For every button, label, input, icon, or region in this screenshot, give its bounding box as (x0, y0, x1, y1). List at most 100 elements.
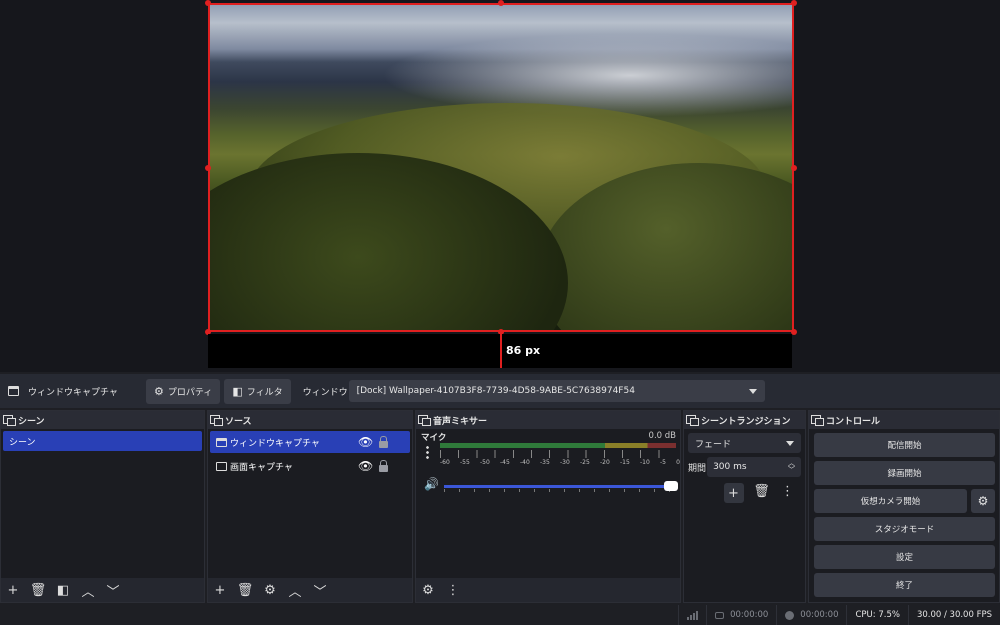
trash-icon[interactable]: 🗑 (237, 582, 254, 598)
add-icon[interactable]: + (723, 483, 744, 503)
meter-ticks (440, 450, 676, 458)
start-recording-button[interactable]: 録画開始 (814, 461, 995, 485)
network-indicator (678, 605, 706, 625)
eye-icon[interactable]: 👁 (358, 435, 373, 449)
source-label: ウィンドウキャプチャ (230, 438, 320, 449)
transition-tools: + 🗑 ⋮ (684, 483, 805, 503)
scale-label: -60 (440, 459, 450, 466)
scale-label: -20 (600, 459, 610, 466)
record-time: 00:00:00 (800, 610, 839, 620)
scene-transitions-dock: シーントランジション フェード 期間 300 ms ︿ ﹀ + 🗑 ⋮ (683, 410, 806, 603)
list-item[interactable]: ウィンドウキャプチャ 👁 (210, 431, 410, 453)
fps-readout: 30.00 / 30.00 FPS (907, 605, 1000, 625)
duration-value: 300 ms (713, 462, 747, 472)
transition-type-value: フェード (695, 439, 732, 450)
window-icon (8, 386, 19, 396)
settings-button[interactable]: 設定 (814, 545, 995, 569)
transition-type-select[interactable]: フェード (688, 433, 801, 453)
stream-time: 00:00:00 (730, 610, 769, 620)
duration-input[interactable]: 300 ms ︿ ﹀ (707, 457, 801, 477)
chevron-up-icon[interactable]: ︿ (287, 582, 303, 600)
virtual-camera-settings-button[interactable]: ⚙ (971, 489, 995, 513)
properties-button[interactable]: ⚙ プロパティ (146, 378, 221, 404)
transitions-title: シーントランジション (701, 416, 791, 427)
scenes-dock: シーン シーン + 🗑 ◧ ︿ ﹀ (0, 410, 205, 603)
signal-bars-icon (687, 610, 699, 620)
add-icon[interactable]: + (5, 582, 21, 598)
resize-handle-t[interactable] (498, 0, 504, 6)
start-streaming-button[interactable]: 配信開始 (814, 433, 995, 457)
list-item[interactable]: 画面キャプチャ 👁 (210, 455, 410, 477)
chevron-down-icon[interactable]: ﹀ (312, 582, 328, 600)
chevron-down-icon (748, 388, 757, 394)
filter-icon: ◧ (232, 384, 243, 398)
preview-area[interactable]: 86 px (0, 0, 1000, 372)
speaker-icon[interactable]: 🔊 (424, 477, 439, 491)
exit-button[interactable]: 終了 (814, 573, 995, 597)
volume-ticks (444, 489, 670, 492)
dock-undock-icon[interactable] (210, 415, 223, 426)
dock-undock-icon[interactable] (811, 415, 824, 426)
scenes-toolbar: + 🗑 ◧ ︿ ﹀ (1, 578, 204, 602)
scale-label: -25 (580, 459, 590, 466)
dock-undock-icon[interactable] (418, 415, 431, 426)
scenes-header: シーン (1, 411, 204, 429)
filter-icon[interactable]: ◧ (55, 582, 71, 598)
meter-scale: -60 -55 -50 -45 -40 -35 -30 -25 -20 -15 … (440, 459, 680, 466)
dock-undock-icon[interactable] (3, 415, 16, 426)
chevron-down-icon[interactable]: ﹀ (105, 582, 121, 600)
window-select[interactable]: [Dock] Wallpaper-4107B3F8-7739-4D58-9ABE… (348, 380, 765, 402)
filters-button[interactable]: ◧ フィルタ (224, 378, 291, 404)
eye-icon[interactable]: 👁 (358, 459, 373, 473)
trash-icon[interactable]: 🗑 (753, 483, 770, 499)
scale-label: -55 (460, 459, 470, 466)
resize-handle-r[interactable] (791, 165, 797, 171)
status-bar: 00:00:00 00:00:00 CPU: 7.5% 30.00 / 30.0… (0, 605, 1000, 625)
sources-title: ソース (225, 416, 252, 427)
scale-label: -10 (640, 459, 650, 466)
volume-meter (440, 443, 676, 448)
sources-toolbar: + 🗑 ⚙ ︿ ﹀ (208, 578, 412, 602)
chevron-up-icon[interactable]: ︿ (80, 582, 96, 600)
resize-handle-tr[interactable] (791, 0, 797, 6)
channel-db: 0.0 dB (648, 431, 676, 441)
start-virtual-camera-button[interactable]: 仮想カメラ開始 (814, 489, 967, 513)
source-label: 画面キャプチャ (230, 462, 293, 473)
distance-guide-line (500, 332, 502, 368)
more-vertical-icon[interactable]: ⋮ (445, 582, 461, 598)
window-icon (216, 437, 227, 447)
resize-handle-l[interactable] (205, 165, 211, 171)
window-select-value: [Dock] Wallpaper-4107B3F8-7739-4D58-9ABE… (356, 386, 635, 396)
audio-mixer-dock: 音声ミキサー マイク 0.0 dB -60 -55 -50 -45 -40 -3… (415, 410, 681, 603)
scale-label: -45 (500, 459, 510, 466)
more-vertical-icon[interactable]: ⋮ (780, 483, 796, 499)
channel-name: マイク (421, 433, 447, 443)
resize-handle-tl[interactable] (205, 0, 211, 6)
gear-icon[interactable]: ⚙ (262, 582, 278, 598)
source-selection-box[interactable] (208, 3, 794, 332)
more-vertical-icon[interactable] (426, 445, 429, 459)
volume-slider-handle[interactable] (664, 481, 678, 491)
spinner-icon[interactable]: ︿ ﹀ (788, 460, 795, 474)
controls-title: コントロール (826, 416, 881, 427)
lock-icon[interactable] (379, 436, 388, 448)
studio-mode-button[interactable]: スタジオモード (814, 517, 995, 541)
volume-slider[interactable] (444, 485, 670, 488)
mixer-header: 音声ミキサー (416, 411, 680, 429)
distance-label: 86 px (506, 344, 541, 357)
lock-icon[interactable] (379, 460, 388, 472)
scale-label: -30 (560, 459, 570, 466)
context-bar: ウィンドウキャプチャ ⚙ プロパティ ◧ フィルタ ウィンドウ [Dock] W… (0, 374, 1000, 408)
filters-label: フィルタ (246, 387, 283, 398)
gears-icon[interactable]: ⚙ (420, 582, 436, 598)
trash-icon[interactable]: 🗑 (30, 582, 47, 598)
sources-header: ソース (208, 411, 412, 429)
list-item[interactable]: シーン (3, 431, 202, 451)
controls-dock: コントロール 配信開始 録画開始 仮想カメラ開始 ⚙ スタジオモード 設定 終了 (808, 410, 1000, 603)
scale-label: -35 (540, 459, 550, 466)
scale-label: -50 (480, 459, 490, 466)
selected-source-title: ウィンドウキャプチャ (28, 387, 118, 398)
add-icon[interactable]: + (212, 582, 228, 598)
sources-dock: ソース ウィンドウキャプチャ 👁 画面キャプチャ 👁 + 🗑 ⚙ ︿ ﹀ (207, 410, 413, 603)
dock-undock-icon[interactable] (686, 415, 699, 426)
